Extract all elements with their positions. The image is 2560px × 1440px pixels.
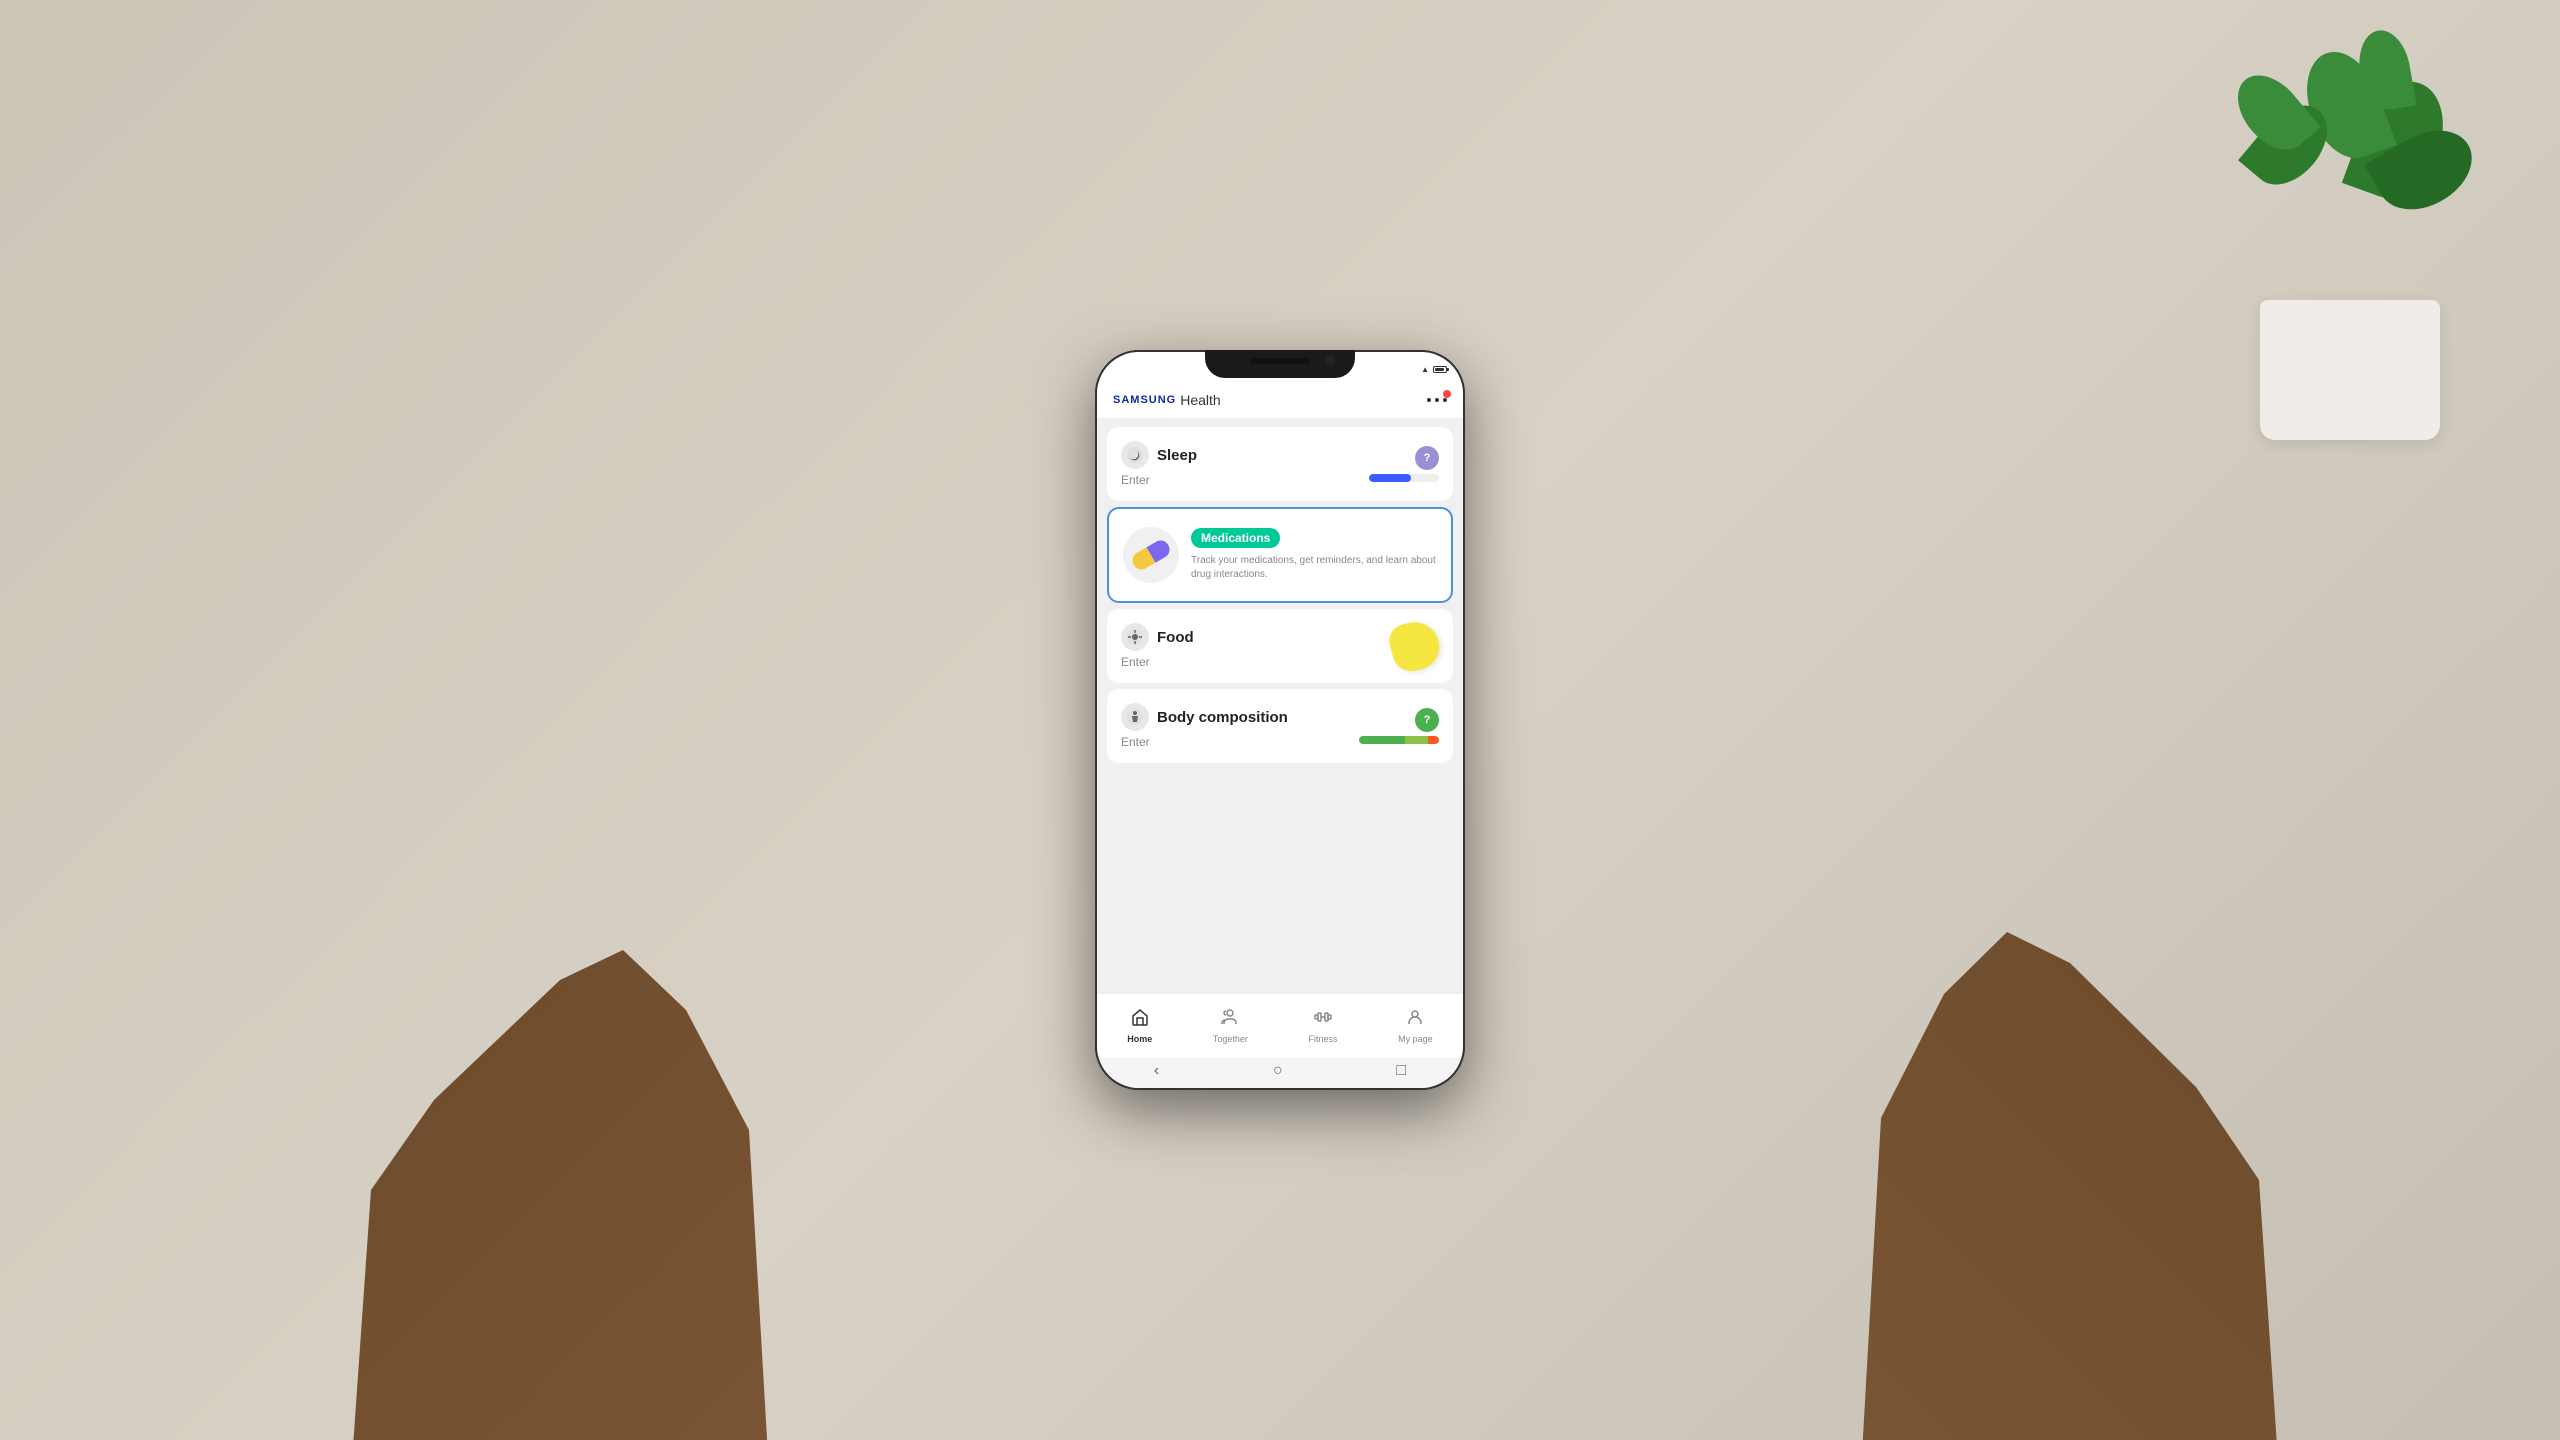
pill-icon: [1129, 537, 1173, 573]
app-header: SAMSUNG Health: [1097, 382, 1463, 419]
recent-button[interactable]: □: [1396, 1062, 1406, 1080]
fitness-icon: [1314, 1008, 1332, 1031]
home-button[interactable]: ○: [1273, 1062, 1283, 1080]
medications-text: Medications Track your medications, get …: [1191, 528, 1437, 582]
progress-lime: [1405, 736, 1428, 744]
nav-fitness-label: Fitness: [1309, 1034, 1338, 1044]
phone-notch: [1205, 350, 1355, 378]
power-button: [1464, 470, 1465, 520]
nav-mypage[interactable]: My page: [1388, 1002, 1443, 1050]
nav-mypage-label: My page: [1398, 1034, 1433, 1044]
sleep-question-bubble: ?: [1415, 446, 1439, 470]
progress-green: [1359, 736, 1405, 744]
food-decoration: [1391, 622, 1439, 670]
body-comp-progress: [1359, 736, 1439, 744]
sleep-progress-bar: [1369, 474, 1439, 482]
sleep-title: Sleep: [1157, 447, 1197, 464]
nav-home[interactable]: Home: [1117, 1002, 1162, 1050]
medications-description: Track your medications, get reminders, a…: [1191, 554, 1437, 582]
phone-screen: ▲ SAMSUNG Health: [1097, 352, 1463, 1088]
health-app-name: Health: [1180, 392, 1220, 408]
samsung-brand: SAMSUNG: [1113, 394, 1176, 406]
bixby-button: [1095, 565, 1096, 615]
volume-down-button: [1095, 505, 1096, 555]
medications-content: Medications Track your medications, get …: [1123, 523, 1437, 587]
app-logo: SAMSUNG Health: [1113, 392, 1221, 408]
phone-wrapper: ▲ SAMSUNG Health: [1095, 350, 1465, 1090]
food-icon: [1121, 623, 1149, 651]
together-icon: [1221, 1008, 1239, 1031]
progress-orange: [1428, 736, 1439, 744]
medications-badge: Medications: [1191, 528, 1280, 548]
menu-dot: [1427, 398, 1431, 402]
sleep-decoration: ?: [1369, 446, 1439, 482]
body-composition-title: Body composition: [1157, 709, 1288, 726]
pill-icon-container: [1123, 527, 1179, 583]
sleep-progress-fill: [1369, 474, 1411, 482]
home-icon: [1131, 1008, 1149, 1031]
sleep-icon: [1121, 441, 1149, 469]
body-comp-decoration: ?: [1359, 708, 1439, 744]
sleep-card[interactable]: Sleep Enter ?: [1107, 427, 1453, 501]
food-title: Food: [1157, 629, 1194, 646]
bottom-nav: Home Together: [1097, 993, 1463, 1058]
scroll-content[interactable]: Sleep Enter ?: [1097, 419, 1463, 993]
mypage-icon: [1406, 1008, 1424, 1031]
body-icon: [1121, 703, 1149, 731]
body-comp-question-bubble: ?: [1415, 708, 1439, 732]
phone-body: ▲ SAMSUNG Health: [1095, 350, 1465, 1090]
plant-decoration: [2060, 0, 2560, 500]
nav-fitness[interactable]: Fitness: [1299, 1002, 1348, 1050]
nav-together[interactable]: Together: [1203, 1002, 1258, 1050]
food-card[interactable]: Food Enter: [1107, 609, 1453, 683]
menu-dot: [1443, 398, 1447, 402]
nav-together-label: Together: [1213, 1034, 1248, 1044]
medications-card[interactable]: Medications Track your medications, get …: [1107, 507, 1453, 603]
system-nav-bar: ‹ ○ □: [1097, 1058, 1463, 1088]
food-leaf-icon: [1386, 617, 1445, 676]
header-menu-button[interactable]: [1427, 398, 1447, 402]
volume-up-button: [1095, 460, 1096, 490]
body-composition-card[interactable]: Body composition Enter ?: [1107, 689, 1453, 763]
nav-home-label: Home: [1127, 1034, 1152, 1044]
back-button[interactable]: ‹: [1154, 1062, 1159, 1080]
notification-badge: [1443, 390, 1451, 398]
menu-dot: [1435, 398, 1439, 402]
